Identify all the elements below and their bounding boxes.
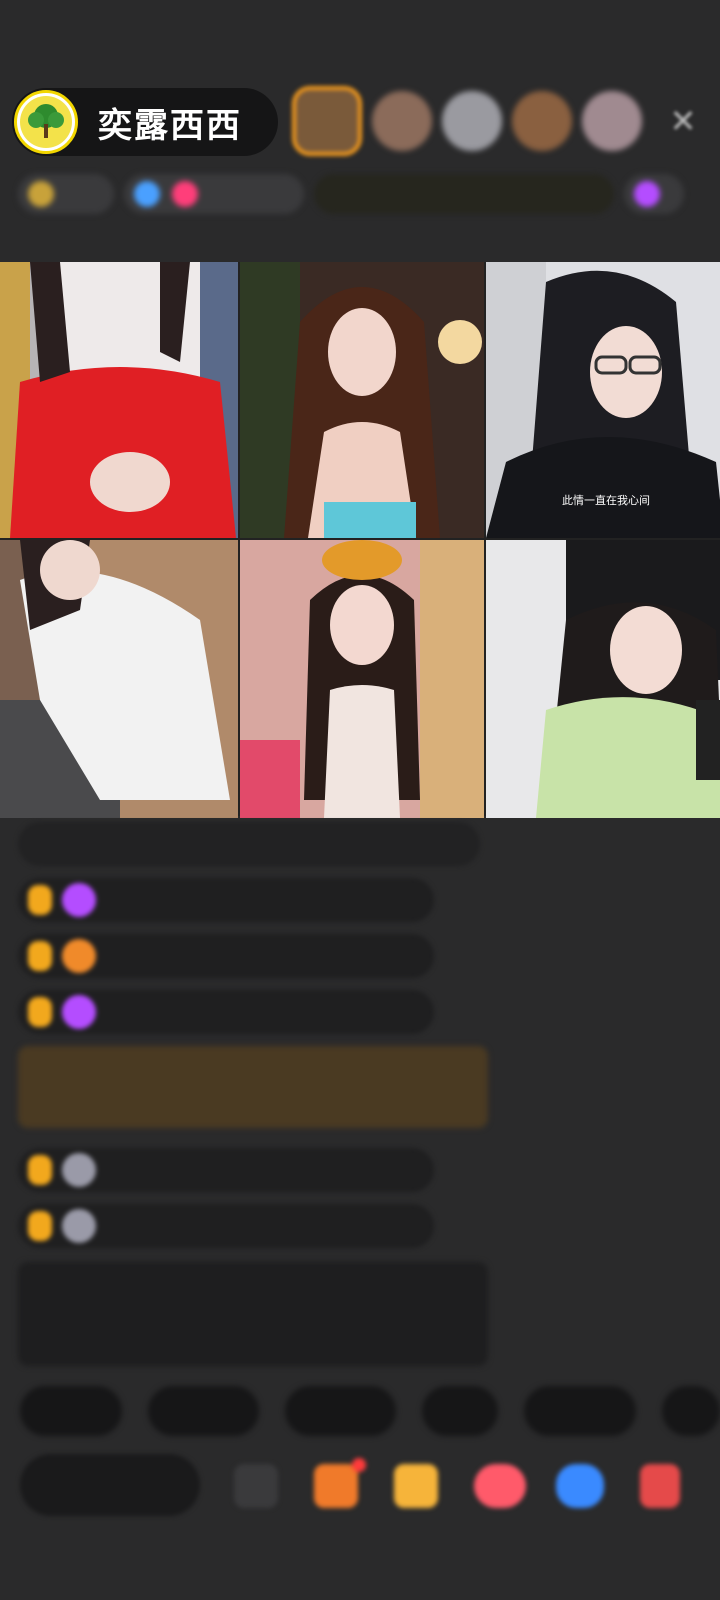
quick-reply-button[interactable] [20, 1386, 123, 1436]
room-notice [18, 1262, 488, 1366]
host-avatar[interactable] [14, 90, 78, 154]
diamond-icon [62, 995, 96, 1029]
cloud-icon [62, 1153, 96, 1187]
quick-reply-button[interactable] [661, 1386, 720, 1436]
multi-guest-video-grid: 此情一直在我心间 [0, 262, 720, 818]
quick-reply-button[interactable] [148, 1386, 260, 1436]
fans-chip[interactable] [124, 174, 304, 214]
treasure-chest-icon[interactable] [394, 1464, 438, 1508]
follow-icon [172, 181, 198, 207]
video-tile[interactable] [240, 540, 484, 818]
video-tile[interactable] [240, 262, 484, 538]
quick-reply-button[interactable] [524, 1386, 636, 1436]
chat-message[interactable] [18, 878, 434, 922]
level-badge [28, 1155, 52, 1185]
flame-icon [62, 939, 96, 973]
host-name: 奕露西西 [98, 105, 242, 146]
tile-caption: 此情一直在我心间 [562, 494, 650, 507]
chat-input[interactable] [20, 1454, 200, 1516]
host-info-pill[interactable]: 奕露西西 [12, 88, 278, 156]
chat-message[interactable] [18, 1148, 434, 1192]
diamond-icon [62, 883, 96, 917]
notification-dot [352, 1458, 366, 1472]
level-badge [28, 941, 52, 971]
tree-icon [20, 96, 72, 148]
viewer-avatar[interactable] [292, 86, 362, 156]
viewer-avatar[interactable] [512, 91, 572, 151]
gift-icon [634, 181, 660, 207]
quick-reply-button[interactable] [285, 1386, 397, 1436]
system-message[interactable] [18, 1046, 488, 1128]
level-badge [28, 1211, 52, 1241]
cloud-icon [62, 1209, 96, 1243]
heart-gift-icon[interactable] [474, 1464, 526, 1508]
close-icon[interactable]: ✕ [666, 104, 700, 138]
top-viewers-list[interactable] [292, 86, 642, 156]
fans-icon [134, 181, 160, 207]
video-tile[interactable] [0, 262, 238, 538]
chat-message[interactable] [18, 822, 480, 866]
chat-message[interactable] [18, 990, 434, 1034]
chat-message[interactable] [18, 934, 434, 978]
room-info-row [18, 172, 702, 216]
bottom-toolbar [20, 1454, 720, 1516]
gift-chip[interactable] [624, 174, 684, 214]
gift-box-icon[interactable] [314, 1464, 358, 1508]
announcement-chip[interactable] [314, 174, 614, 214]
rank-icon [28, 181, 54, 207]
level-badge [28, 997, 52, 1027]
emoji-icon[interactable] [234, 1464, 278, 1508]
level-badge [28, 885, 52, 915]
viewer-avatar[interactable] [372, 91, 432, 151]
video-tile[interactable] [0, 540, 238, 818]
quick-reply-row [20, 1386, 720, 1438]
rank-chip[interactable] [18, 174, 114, 214]
game-icon[interactable] [556, 1464, 604, 1508]
more-icon[interactable] [640, 1464, 680, 1508]
viewer-avatar[interactable] [582, 91, 642, 151]
video-tile[interactable] [486, 540, 720, 818]
video-tile[interactable]: 此情一直在我心间 [486, 262, 720, 538]
quick-reply-button[interactable] [422, 1386, 499, 1436]
viewer-avatar[interactable] [442, 91, 502, 151]
chat-message[interactable] [18, 1204, 434, 1248]
